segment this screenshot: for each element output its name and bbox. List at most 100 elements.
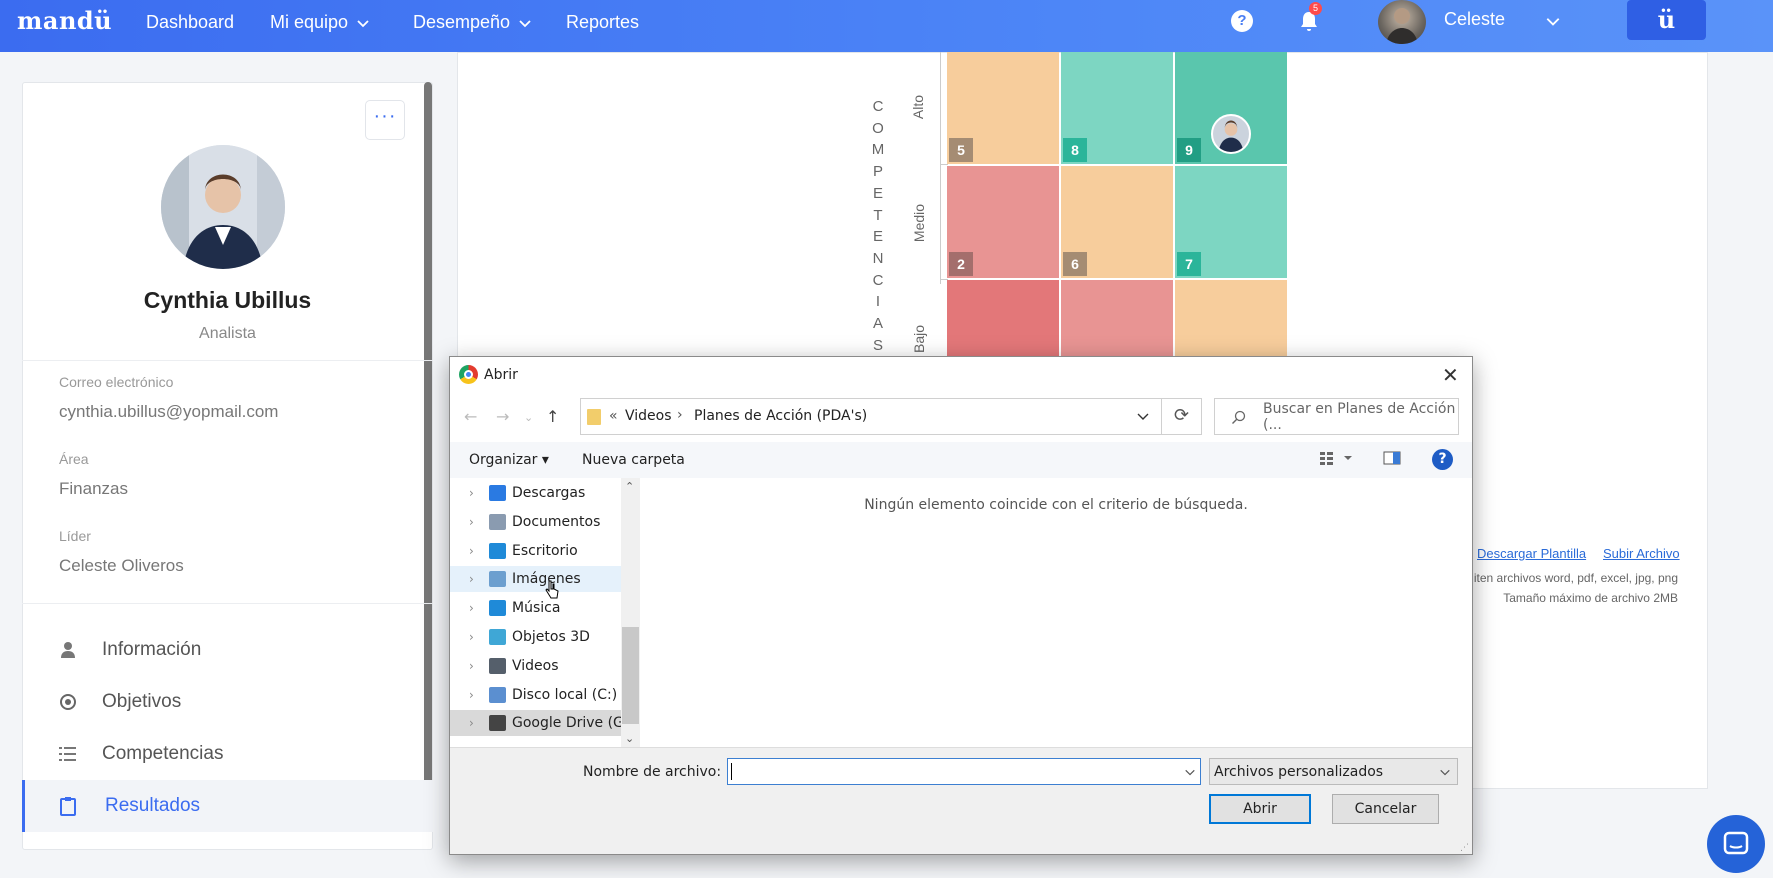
axis-line	[940, 52, 941, 284]
resize-grip-icon[interactable]: ⋰	[1460, 843, 1469, 853]
chevron-right-icon[interactable]: ›	[469, 486, 474, 500]
grid-cell[interactable]: 6	[1061, 166, 1173, 278]
brand-button[interactable]: ü	[1627, 0, 1706, 40]
tree-item[interactable]: › Google Drive (G:	[450, 710, 629, 737]
navigation-tree: › Descargas › Documentos › Escritorio › Imágene…	[450, 478, 640, 747]
tree-item[interactable]: › Escritorio	[450, 538, 621, 564]
profile-role: Analista	[199, 325, 256, 342]
chevron-down-icon[interactable]	[1136, 409, 1150, 423]
competencias-axis-title: COMPETENCIAS	[871, 98, 885, 354]
employee-avatar[interactable]	[1211, 114, 1251, 154]
documents-icon	[489, 513, 506, 530]
empty-message: Ningún elemento coincide con el criterio…	[864, 497, 1248, 513]
tree-item[interactable]: › Música	[450, 595, 621, 621]
chevron-right-icon[interactable]: ›	[469, 601, 474, 615]
preview-pane-icon[interactable]	[1383, 451, 1401, 469]
close-icon[interactable]: ✕	[1442, 363, 1459, 387]
up-arrow-icon[interactable]: ↑	[546, 407, 559, 426]
divider	[22, 603, 433, 604]
grid-cell[interactable]: 9	[1175, 52, 1287, 164]
chat-launcher-button[interactable]	[1707, 815, 1765, 873]
tree-scroll-thumb[interactable]	[622, 627, 639, 724]
chevron-right-icon[interactable]: ›	[469, 572, 474, 586]
scroll-down-icon[interactable]: ⌄	[625, 732, 634, 745]
level-label-bajo: Bajo	[911, 324, 928, 354]
breadcrumb-videos[interactable]: Videos	[625, 408, 672, 424]
search-input[interactable]: Buscar en Planes de Acción (...	[1214, 398, 1459, 435]
profile-name: Cynthia Ubillus	[143, 287, 312, 313]
tree-item[interactable]: › Imágenes	[450, 566, 621, 593]
chevron-right-icon[interactable]: ›	[469, 515, 474, 529]
open-button[interactable]: Abrir	[1209, 794, 1311, 824]
upload-file-link[interactable]: Subir Archivo	[1603, 546, 1680, 561]
breadcrumb-planes[interactable]: Planes de Acción (PDA's)	[694, 408, 867, 424]
address-bar[interactable]: « Videos › Planes de Acción (PDA's)	[580, 398, 1162, 435]
level-label-medio: Medio	[911, 203, 928, 243]
person-photo-icon	[1386, 8, 1418, 44]
chevron-right-icon[interactable]: ›	[469, 630, 474, 644]
grid-cell[interactable]: 8	[1061, 52, 1173, 164]
new-folder-button[interactable]: Nueva carpeta	[582, 452, 685, 468]
chevron-right-icon[interactable]: ›	[469, 544, 474, 558]
more-options-button[interactable]: ···	[365, 100, 405, 140]
person-photo-icon	[1218, 120, 1244, 152]
brand-logo[interactable]: mandü	[17, 6, 112, 35]
user-name[interactable]: Celeste	[1444, 9, 1505, 30]
grid-cell[interactable]: 5	[947, 52, 1059, 164]
recent-chevron-icon[interactable]: ⌄	[524, 411, 533, 424]
tree-item[interactable]: › Descargas	[450, 480, 621, 506]
menu-informacion[interactable]: Información	[22, 624, 433, 676]
max-size-note: Tamaño máximo de archivo 2MB	[1503, 591, 1678, 605]
chevron-down-icon[interactable]	[1545, 13, 1561, 29]
chevron-right-icon[interactable]: ›	[469, 659, 474, 673]
email-value: cynthia.ubillus@yopmail.com	[59, 402, 279, 421]
view-options-icon[interactable]	[1320, 450, 1354, 470]
help-icon[interactable]: ?	[1432, 449, 1453, 470]
help-icon[interactable]: ?	[1231, 10, 1253, 32]
chevron-down-icon	[357, 19, 369, 27]
filename-input[interactable]	[727, 758, 1201, 785]
chevron-right-icon[interactable]: ›	[469, 716, 474, 730]
videos-icon	[489, 657, 506, 674]
notification-badge: 5	[1309, 2, 1322, 15]
filetype-select[interactable]: Archivos personalizados	[1209, 758, 1458, 785]
cancel-button[interactable]: Cancelar	[1332, 794, 1439, 824]
user-icon	[61, 642, 75, 658]
cell-number-badge: 6	[1063, 252, 1087, 276]
grid-cell[interactable]: 2	[947, 166, 1059, 278]
chevron-right-icon[interactable]: ›	[469, 688, 474, 702]
person-photo-icon	[161, 145, 285, 269]
tree-item[interactable]: › Documentos	[450, 509, 621, 535]
clipboard-icon	[60, 797, 76, 816]
forward-arrow-icon[interactable]: →	[496, 407, 509, 426]
tree-item[interactable]: › Videos	[450, 653, 621, 679]
menu-resultados[interactable]: Resultados	[22, 780, 433, 832]
nav-reportes[interactable]: Reportes	[566, 12, 639, 33]
chevron-down-icon[interactable]	[1184, 766, 1196, 778]
tree-item[interactable]: › Disco local (C:)	[450, 682, 621, 708]
filename-label: Nombre de archivo:	[583, 764, 722, 780]
download-template-link[interactable]: Descargar Plantilla	[1477, 546, 1586, 561]
grid-cell[interactable]: 7	[1175, 166, 1287, 278]
nav-mi-equipo[interactable]: Mi equipo	[270, 12, 370, 33]
level-label-alto: Alto	[910, 94, 927, 120]
target-icon	[60, 694, 76, 710]
menu-competencias[interactable]: Competencias	[22, 728, 433, 780]
desktop-icon	[489, 542, 506, 559]
cell-number-badge: 8	[1063, 138, 1087, 162]
user-avatar[interactable]	[1378, 0, 1426, 44]
back-arrow-icon[interactable]: ←	[464, 407, 477, 426]
scroll-up-icon[interactable]: ⌃	[625, 480, 634, 493]
chevron-down-icon	[1440, 769, 1450, 776]
music-icon	[489, 600, 506, 617]
organize-menu[interactable]: Organizar ▾	[469, 452, 549, 468]
email-label: Correo electrónico	[59, 374, 174, 390]
menu-objetivos[interactable]: Objetivos	[22, 676, 433, 728]
tree-item[interactable]: › Objetos 3D	[450, 624, 621, 650]
nav-dashboard[interactable]: Dashboard	[146, 12, 234, 33]
top-navbar: mandü Dashboard Mi equipo Desempeño Repo…	[0, 0, 1773, 52]
leader-value: Celeste Oliveros	[59, 556, 184, 575]
nav-desempeno[interactable]: Desempeño	[413, 12, 532, 33]
refresh-icon[interactable]: ⟳	[1162, 398, 1202, 435]
divider	[22, 360, 433, 361]
